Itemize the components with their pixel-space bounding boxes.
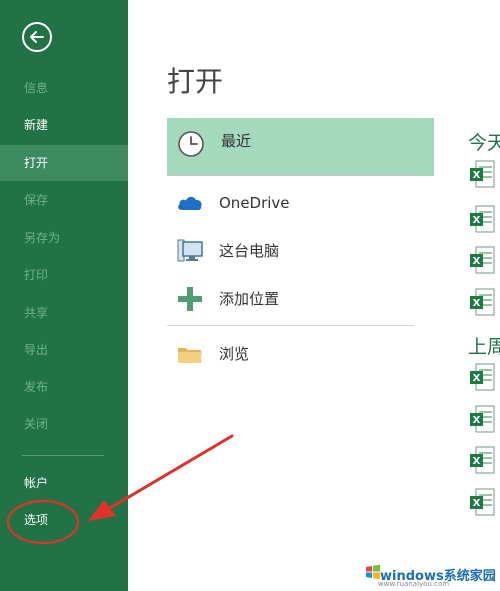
windows-logo-icon xyxy=(366,564,380,580)
svg-text:X: X xyxy=(473,170,481,181)
location-this-pc[interactable]: 这台电脑 xyxy=(167,229,427,273)
sidebar-item-close[interactable]: 关闭 xyxy=(0,406,128,442)
sidebar-item-options[interactable]: 选项 xyxy=(0,502,128,538)
location-browse-label: 浏览 xyxy=(219,345,250,363)
plus-icon xyxy=(178,287,202,311)
location-recent-label: 最近 xyxy=(221,132,252,150)
location-onedrive[interactable]: OneDrive xyxy=(167,181,427,225)
page-title: 打开 xyxy=(167,65,224,98)
excel-file-icon[interactable]: X xyxy=(469,288,495,316)
excel-file-icon[interactable]: X xyxy=(469,488,495,516)
annotation-arrow-shaft xyxy=(108,434,234,510)
location-onedrive-label: OneDrive xyxy=(219,194,290,212)
excel-file-icon[interactable]: X xyxy=(469,205,495,233)
location-this-pc-label: 这台电脑 xyxy=(219,242,280,260)
computer-icon xyxy=(177,239,203,262)
location-add-place[interactable]: 添加位置 xyxy=(167,277,427,321)
backstage-sidebar: 信息 新建 打开 保存 另存为 打印 共享 导出 发布 关闭 帐户 选项 xyxy=(0,0,128,591)
watermark-url: www.ruanaiyou.com xyxy=(378,580,450,588)
svg-text:X: X xyxy=(473,215,481,226)
back-arrow-icon xyxy=(30,31,44,43)
sidebar-item-save[interactable]: 保存 xyxy=(0,182,128,218)
excel-file-icon[interactable]: X xyxy=(469,446,495,474)
sidebar-item-new[interactable]: 新建 xyxy=(0,107,128,143)
svg-text:X: X xyxy=(473,498,481,509)
sidebar-item-print[interactable]: 打印 xyxy=(0,257,128,293)
sidebar-divider xyxy=(22,455,104,456)
sidebar-item-info[interactable]: 信息 xyxy=(0,70,128,106)
back-button[interactable] xyxy=(22,22,52,52)
group-header-last-week: 上周 xyxy=(468,336,500,358)
location-add-place-label: 添加位置 xyxy=(219,290,280,308)
excel-file-icon[interactable]: X xyxy=(469,363,495,391)
excel-file-icon[interactable]: X xyxy=(469,246,495,274)
svg-text:X: X xyxy=(473,373,481,384)
clock-icon xyxy=(178,131,204,157)
location-recent[interactable]: 最近 xyxy=(167,118,434,176)
svg-text:X: X xyxy=(473,456,481,467)
locations-divider xyxy=(167,325,414,326)
svg-text:X: X xyxy=(473,415,481,426)
group-header-today: 今天 xyxy=(468,132,500,154)
sidebar-item-save-as[interactable]: 另存为 xyxy=(0,220,128,256)
svg-text:X: X xyxy=(473,256,481,267)
sidebar-item-export[interactable]: 导出 xyxy=(0,332,128,368)
location-browse[interactable]: 浏览 xyxy=(167,332,427,376)
sidebar-item-open[interactable]: 打开 xyxy=(0,145,128,181)
folder-icon xyxy=(178,348,202,363)
excel-file-icon[interactable]: X xyxy=(469,160,495,188)
svg-text:X: X xyxy=(473,298,481,309)
recent-divider xyxy=(167,175,414,176)
cloud-icon xyxy=(178,196,202,210)
excel-file-icon[interactable]: X xyxy=(469,405,495,433)
sidebar-item-publish[interactable]: 发布 xyxy=(0,369,128,405)
sidebar-item-account[interactable]: 帐户 xyxy=(0,465,128,501)
sidebar-item-share[interactable]: 共享 xyxy=(0,295,128,331)
